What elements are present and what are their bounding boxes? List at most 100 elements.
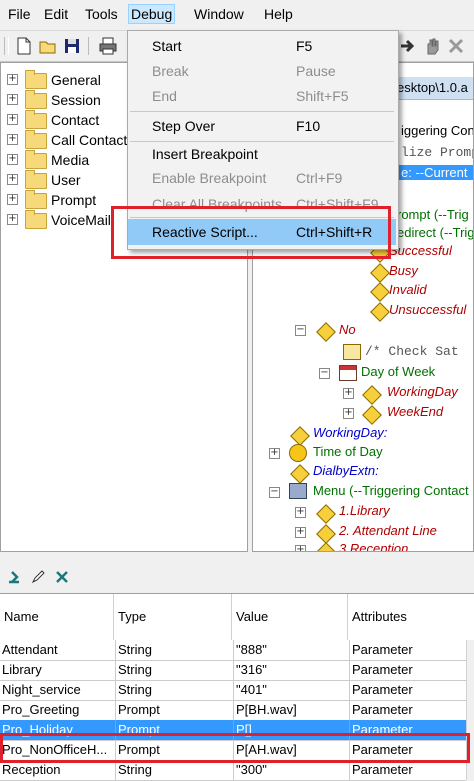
script-line-menu[interactable]: Menu (--Triggering Contact: [313, 483, 469, 498]
collapse-icon[interactable]: −: [269, 487, 280, 498]
collapse-icon[interactable]: −: [319, 368, 330, 379]
hand-icon[interactable]: [422, 36, 442, 56]
cell-attributes: Parameter: [352, 682, 413, 697]
script-line-dialbyextn[interactable]: DialbyExtn:: [313, 463, 379, 478]
menu-edit[interactable]: Edit: [42, 5, 70, 23]
expand-icon[interactable]: +: [7, 174, 18, 185]
save-icon[interactable]: [62, 36, 82, 56]
folder-icon: [25, 150, 47, 169]
menu-item-end[interactable]: End Shift+F5: [128, 83, 396, 109]
menu-file[interactable]: File: [6, 5, 33, 23]
folder-icon: [25, 90, 47, 109]
table-row[interactable]: Night_service String "401" Parameter: [0, 680, 466, 701]
expand-icon[interactable]: +: [269, 448, 280, 459]
menu-item-enable-breakpoint[interactable]: Enable Breakpoint Ctrl+F9: [128, 165, 396, 191]
label-icon: [290, 464, 310, 484]
script-line-comment[interactable]: /* Check Sat: [365, 344, 459, 359]
folder-icon: [25, 70, 47, 89]
menu-item-step-over[interactable]: Step Over F10: [128, 113, 396, 139]
script-line-reception[interactable]: 3.Reception: [339, 541, 408, 551]
column-header-attributes[interactable]: Attributes: [348, 594, 466, 640]
menu-item-shortcut: Shift+F5: [296, 88, 349, 104]
table-row[interactable]: Pro_Greeting Prompt P[BH.wav] Parameter: [0, 700, 466, 721]
menu-item-start[interactable]: Start F5: [128, 33, 396, 59]
delete-variable-icon[interactable]: [54, 569, 70, 585]
column-header-name[interactable]: Name: [0, 594, 114, 640]
column-header-value[interactable]: Value: [232, 594, 348, 640]
script-line-workingday-label[interactable]: WorkingDay:: [313, 425, 387, 440]
cell-value: "316": [234, 660, 350, 680]
label-icon: [290, 426, 310, 446]
stop-x-icon[interactable]: [446, 36, 466, 56]
annotation-highlight-row: [0, 733, 470, 763]
open-folder-icon[interactable]: [38, 36, 58, 56]
table-row[interactable]: Reception String "300" Parameter: [0, 760, 466, 781]
menu-tools[interactable]: Tools: [83, 5, 120, 23]
script-line-triggering[interactable]: iggering Contac: [401, 123, 473, 138]
menu-item-label: End: [152, 88, 177, 104]
script-line-initialize[interactable]: lize Promp: [401, 145, 473, 160]
new-file-icon[interactable]: [14, 36, 34, 56]
script-line-workingday[interactable]: WorkingDay: [387, 384, 458, 399]
edit-variable-icon[interactable]: [30, 569, 46, 585]
expand-icon[interactable]: +: [7, 214, 18, 225]
cell-type: String: [116, 760, 234, 780]
script-line-current[interactable]: e: --Current: [393, 165, 473, 180]
branch-icon: [370, 282, 390, 302]
expand-icon[interactable]: +: [295, 527, 306, 538]
table-row[interactable]: Attendant String "888" Parameter: [0, 640, 466, 661]
expand-icon[interactable]: +: [343, 408, 354, 419]
cell-type: String: [116, 640, 234, 660]
script-line-prompt[interactable]: rompt (--Trig: [397, 207, 469, 222]
cell-name: Library: [0, 660, 116, 680]
menu-item-shortcut: Ctrl+F9: [296, 170, 343, 186]
expand-icon[interactable]: +: [7, 154, 18, 165]
pane-splitter[interactable]: [0, 553, 474, 563]
script-line-no[interactable]: No: [339, 322, 356, 337]
tree-item-label: Session: [51, 92, 101, 108]
annotation-highlight-menu: [111, 206, 391, 259]
add-variable-icon[interactable]: [6, 569, 22, 585]
cell-value: P[BH.wav]: [234, 700, 350, 720]
menu-item-label: Insert Breakpoint: [152, 146, 258, 162]
table-row[interactable]: Library String "316" Parameter: [0, 660, 466, 681]
script-line-redirect[interactable]: edirect (--Trig: [397, 225, 473, 240]
branch-icon: [370, 302, 390, 322]
collapse-icon[interactable]: −: [295, 325, 306, 336]
expand-icon[interactable]: +: [7, 194, 18, 205]
expand-icon[interactable]: +: [295, 507, 306, 518]
menu-item-break[interactable]: Break Pause: [128, 58, 396, 84]
print-icon[interactable]: [98, 36, 118, 56]
expand-icon[interactable]: +: [7, 114, 18, 125]
cell-name: Attendant: [0, 640, 116, 660]
expand-icon[interactable]: +: [7, 134, 18, 145]
variables-toolbar: [0, 563, 474, 591]
column-header-type[interactable]: Type: [114, 594, 232, 640]
script-line-attendant-line[interactable]: 2. Attendant Line: [339, 523, 437, 538]
menu-item-label: Break: [152, 63, 189, 79]
menu-item-insert-breakpoint[interactable]: Insert Breakpoint: [128, 141, 396, 167]
script-line-weekend[interactable]: WeekEnd: [387, 404, 443, 419]
menu-window[interactable]: Window: [192, 5, 246, 23]
menu-debug[interactable]: Debug: [128, 4, 176, 24]
script-line-busy[interactable]: Busy: [389, 263, 418, 278]
script-line-day-of-week[interactable]: Day of Week: [361, 364, 435, 379]
step-icon[interactable]: [398, 36, 418, 56]
expand-icon[interactable]: +: [295, 545, 306, 551]
expand-icon[interactable]: +: [7, 74, 18, 85]
menu-help[interactable]: Help: [262, 5, 295, 23]
cell-attributes: Parameter: [352, 662, 413, 677]
cell-name: Pro_Greeting: [0, 700, 116, 720]
menu-item-label: Enable Breakpoint: [152, 170, 267, 186]
script-line-library[interactable]: 1.Library: [339, 503, 390, 518]
script-line-time-of-day[interactable]: Time of Day: [313, 444, 383, 459]
tree-item-label: Call Contact: [51, 132, 128, 148]
cell-type: String: [116, 660, 234, 680]
cell-attributes: Parameter: [352, 762, 413, 777]
branch-icon: [316, 322, 336, 342]
branch-icon: [362, 385, 382, 405]
script-line-unsuccessful[interactable]: Unsuccessful: [389, 302, 466, 317]
expand-icon[interactable]: +: [343, 388, 354, 399]
expand-icon[interactable]: +: [7, 94, 18, 105]
script-line-invalid[interactable]: Invalid: [389, 282, 427, 297]
